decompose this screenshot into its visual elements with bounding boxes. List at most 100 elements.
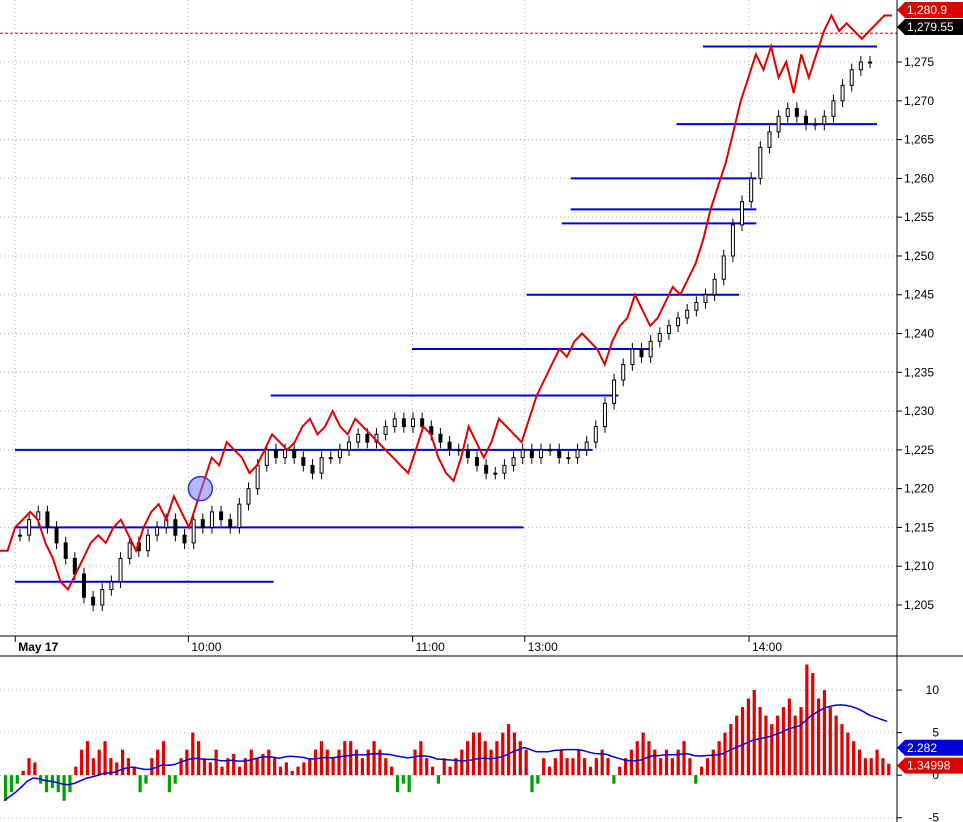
indicator-bar — [834, 715, 838, 776]
indicator-bar — [501, 732, 505, 776]
indicator-bar — [588, 766, 593, 776]
chart-canvas: 1,205 1,210 1,215 1,220 1,225 1,230 1,235 1,240… — [0, 0, 963, 822]
indicator-bar — [273, 758, 277, 776]
indicator-bar — [331, 758, 335, 776]
y-tick-label: 1,240 — [904, 327, 934, 341]
indicator-bar — [752, 690, 756, 776]
indicator-bar — [103, 741, 107, 776]
x-tick-label: May 17 — [18, 640, 58, 654]
candle-body — [191, 519, 196, 544]
indicator-bar — [44, 775, 49, 793]
candle-body — [209, 511, 214, 528]
indicator-bar — [471, 732, 476, 776]
candle-body — [81, 573, 86, 598]
indicator-bar — [612, 775, 616, 784]
candle-body — [365, 433, 370, 443]
candle-body — [127, 542, 132, 559]
indicator-bar — [799, 707, 803, 776]
y-tick-label: 1,265 — [904, 133, 934, 147]
indicator-tick-label: -5 — [928, 811, 939, 822]
red-line-flag-text: 1,280.9 — [907, 3, 947, 17]
candle-body — [484, 464, 489, 474]
red-line — [0, 13, 892, 592]
y-tick-label: 1,270 — [904, 94, 934, 108]
indicator-bar — [735, 715, 739, 776]
last-price-flag: 1,279.55 — [897, 19, 963, 35]
indicator-bar — [776, 715, 780, 776]
indicator-bar — [787, 698, 791, 776]
candle-body — [676, 317, 681, 327]
candle-body — [228, 519, 233, 528]
indicator-bar — [220, 766, 224, 776]
candle-body — [255, 464, 260, 490]
indicator-bar — [688, 758, 692, 776]
candle-body — [639, 348, 644, 358]
indicator-bar — [91, 758, 95, 776]
candle-body — [200, 519, 205, 528]
indicator-bar — [337, 749, 341, 776]
indicator-bar — [758, 707, 762, 776]
indicator-bar — [635, 741, 639, 776]
candle-body — [438, 433, 443, 443]
indicator-bar — [881, 758, 885, 776]
indicator-bar — [296, 766, 300, 776]
indicator-bar — [822, 690, 827, 776]
candle-body — [813, 123, 818, 126]
candle-body — [776, 115, 781, 133]
indicator-bar — [74, 766, 78, 776]
indicator-last-flag-text: 1.34998 — [907, 759, 951, 773]
candle-body — [831, 100, 836, 117]
candle-body — [301, 457, 306, 466]
indicator-bar — [144, 775, 148, 784]
indicator-bar — [430, 766, 435, 776]
candle-body — [447, 441, 452, 451]
candle-body — [337, 449, 342, 459]
indicator-bar — [565, 758, 569, 776]
indicator-bar — [4, 775, 8, 801]
indicator-bar — [629, 749, 634, 776]
indicator-bar — [781, 707, 786, 776]
candle-body — [758, 146, 763, 179]
indicator-bar — [875, 749, 879, 776]
y-tick-label: 1,215 — [904, 520, 934, 534]
indicator-bar — [659, 758, 663, 776]
candle-body — [237, 503, 242, 528]
indicator-bar — [518, 741, 522, 776]
indicator-bar — [21, 770, 25, 776]
candle-body — [383, 426, 388, 435]
grid — [0, 0, 897, 819]
y-tick-label: 1,260 — [904, 171, 934, 185]
indicator-bar — [343, 741, 347, 776]
indicator-bar — [477, 732, 481, 776]
x-tick-label: 10:00 — [191, 640, 221, 654]
candle-body — [283, 449, 288, 459]
candle-body — [694, 301, 699, 311]
candle-body — [356, 433, 361, 443]
indicator-bar — [267, 749, 271, 776]
candle-body — [18, 534, 22, 537]
last-price-flag-text: 1,279.55 — [907, 20, 954, 34]
y-tick-label: 1,235 — [904, 365, 934, 379]
candle-body — [575, 449, 580, 459]
candle-body — [63, 542, 68, 559]
candle-body — [100, 588, 105, 606]
indicator-bar — [232, 753, 236, 776]
candle-body — [529, 449, 534, 459]
candle-body — [511, 457, 516, 466]
candle-body — [712, 278, 717, 296]
indicator-bar — [308, 758, 312, 776]
indicator-bar — [302, 762, 306, 776]
indicator-bar — [793, 715, 797, 776]
red-line-series — [0, 13, 892, 592]
candle-body — [91, 596, 96, 606]
y-tick-label: 1,255 — [904, 210, 934, 224]
indicator-bar — [594, 758, 598, 776]
candle-body — [392, 418, 397, 428]
indicator-bar — [460, 749, 464, 776]
candle-body — [630, 348, 635, 366]
y-tick-label: 1,210 — [904, 559, 934, 573]
indicator-bar — [606, 758, 610, 776]
candle-body — [621, 364, 626, 381]
price-flags: 1,280.9 1,279.55 2.282 1.34998 — [897, 2, 963, 774]
candle-body — [155, 526, 160, 536]
